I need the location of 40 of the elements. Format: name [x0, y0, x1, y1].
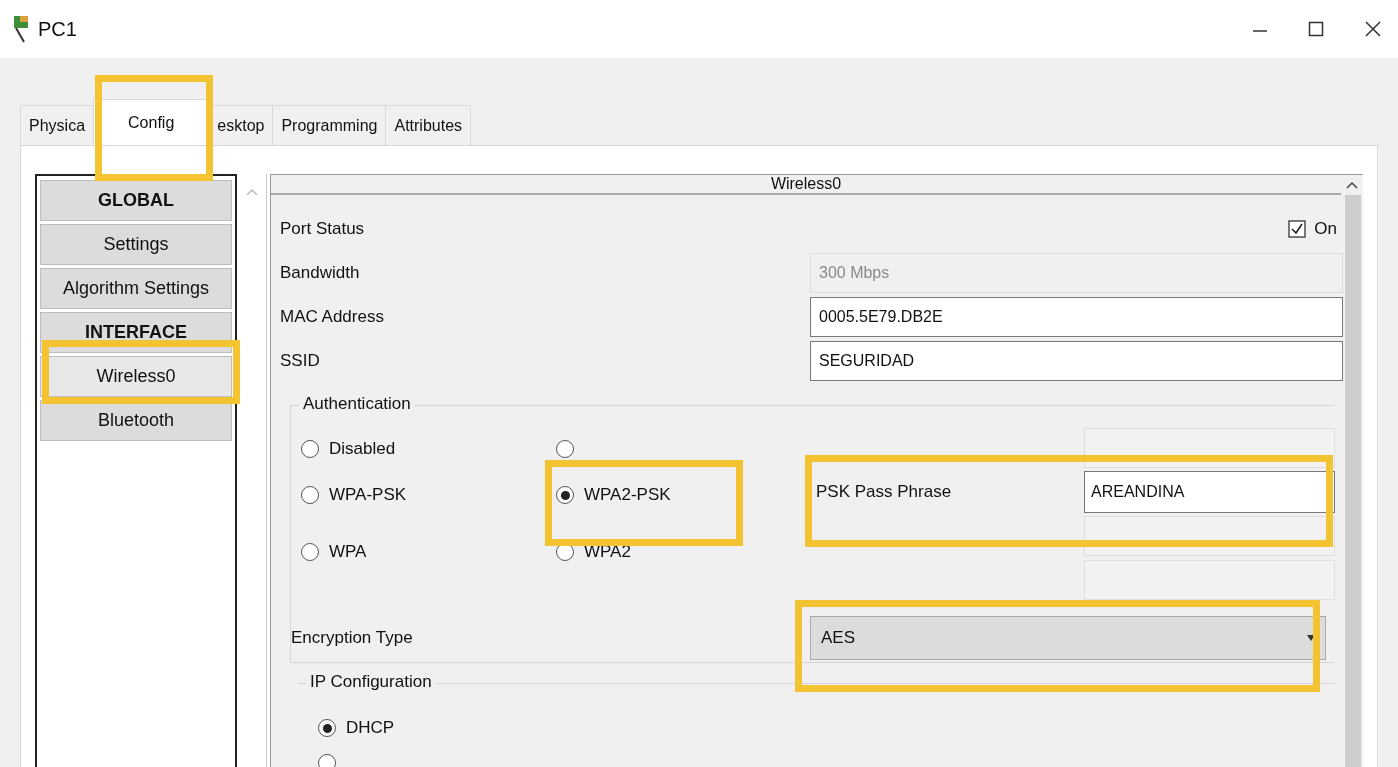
radio-option[interactable]: WPA-PSK [301, 485, 407, 505]
field-label: Encryption Type [291, 628, 414, 648]
sidebar-header: GLOBAL [40, 180, 232, 221]
radio-option[interactable]: DHCP [318, 718, 395, 738]
group-title: IP Configuration [306, 672, 436, 692]
sidebar-item[interactable]: Settings [40, 224, 232, 265]
radio-circle[interactable] [301, 440, 319, 458]
radio-button[interactable] [318, 754, 336, 767]
field-label: SSID [280, 351, 321, 371]
checkbox[interactable] [1288, 220, 1307, 238]
sidebar-item[interactable]: Wireless0 [40, 356, 232, 397]
field-label: Port Status [280, 219, 366, 239]
maximize-icon[interactable] [1308, 21, 1324, 37]
close-icon[interactable] [1364, 20, 1382, 38]
scroll-up-icon[interactable] [1346, 181, 1358, 189]
field-label: MAC Address [280, 307, 385, 327]
field-label: Bandwidth [280, 263, 361, 283]
input-field[interactable]: SEGURIDAD [810, 341, 1343, 381]
sidebar-item[interactable]: Algorithm Settings [40, 268, 232, 309]
caret-icon [1307, 635, 1315, 641]
radio-circle[interactable] [301, 543, 319, 561]
tab[interactable]: Physica [20, 105, 95, 145]
radio-circle[interactable] [318, 719, 336, 737]
scrollbar-thumb[interactable] [1345, 195, 1361, 767]
checkbox-label: On [1314, 219, 1337, 239]
sidebar-item[interactable]: Bluetooth [40, 400, 232, 441]
tab[interactable]: Attributes [385, 105, 472, 145]
input-field[interactable]: 0005.5E79.DB2E [810, 297, 1343, 337]
input-field[interactable]: AREANDINA [1084, 471, 1335, 513]
radio-circle[interactable] [301, 486, 319, 504]
radio-option[interactable]: Disabled [301, 439, 396, 459]
window-title: PC1 [38, 17, 77, 41]
radio-circle[interactable] [556, 486, 574, 504]
panel-title: Wireless0 [271, 175, 1341, 195]
input-field[interactable] [1084, 560, 1335, 600]
dropdown[interactable]: AES [810, 616, 1326, 660]
field-label: PSK Pass Phrase [816, 482, 953, 502]
radio-button[interactable] [556, 440, 574, 458]
radio-option[interactable]: WPA [301, 542, 367, 562]
radio-option[interactable]: WPA2-PSK [556, 485, 671, 505]
